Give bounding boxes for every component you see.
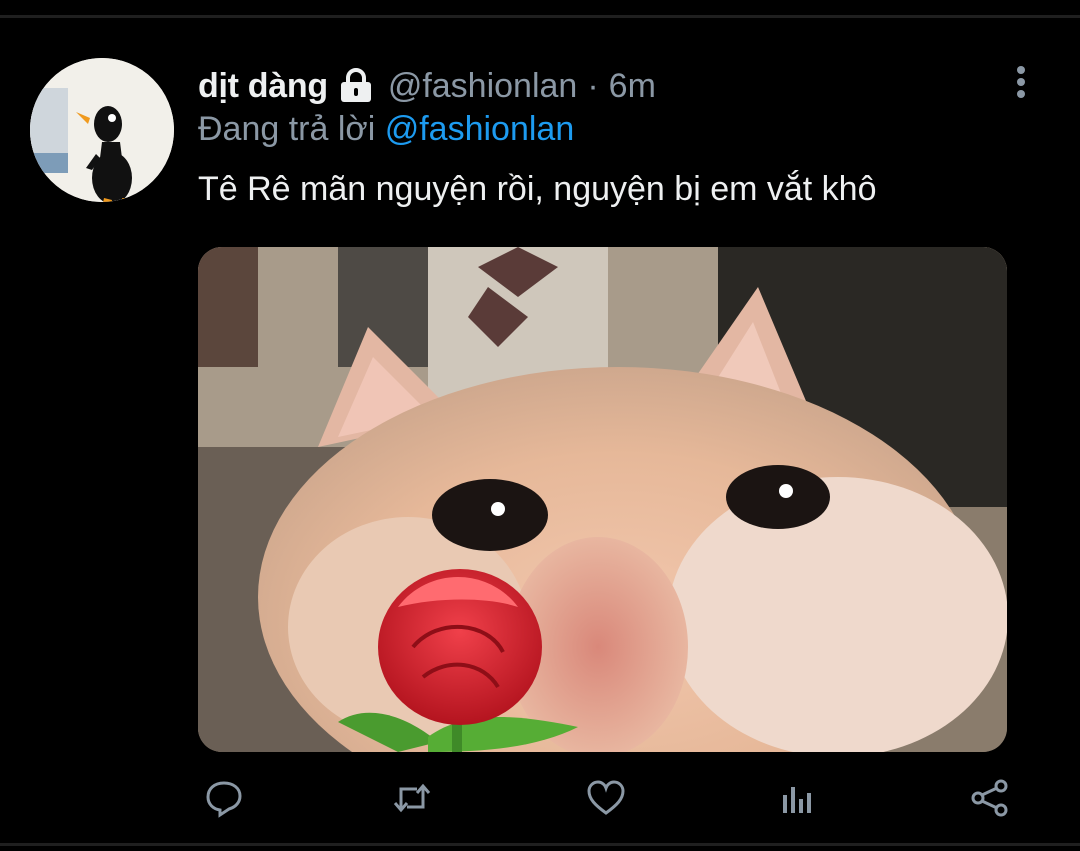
more-vertical-icon-dot	[1017, 90, 1025, 98]
tweet-media-image[interactable]	[198, 247, 1007, 752]
retweet-icon	[393, 783, 431, 813]
bottom-divider	[0, 843, 1080, 851]
timestamp[interactable]: 6m	[609, 67, 656, 106]
retweet-button[interactable]	[386, 772, 438, 824]
cat-with-rose-image	[198, 247, 1007, 752]
replying-to: Đang trả lời @fashionlan	[198, 110, 574, 149]
analytics-button[interactable]	[770, 772, 822, 824]
more-vertical-icon-dot	[1017, 66, 1025, 74]
handle[interactable]: @fashionlan	[388, 67, 578, 106]
top-divider	[0, 0, 1080, 18]
tweet-actions	[198, 772, 1018, 824]
reply-button[interactable]	[198, 772, 250, 824]
share-button[interactable]	[964, 772, 1016, 824]
more-options-button[interactable]	[1005, 62, 1037, 102]
replying-prefix: Đang trả lời	[198, 110, 376, 148]
more-vertical-icon-dot	[1017, 78, 1025, 86]
lock-icon	[340, 68, 371, 102]
display-name[interactable]: dịt dàng	[198, 67, 328, 106]
analytics-icon	[783, 787, 811, 813]
replying-mention[interactable]: @fashionlan	[385, 110, 575, 148]
like-button[interactable]	[580, 772, 632, 824]
heart-icon	[587, 780, 625, 815]
tweet-text: Tê Rê mãn nguyện rồi, nguyện bị em vắt k…	[198, 170, 877, 208]
tweet-header: dịt dàng @fashionlan · 6m	[198, 64, 656, 108]
reply-icon	[206, 781, 242, 818]
share-icon	[971, 779, 1008, 817]
avatar-image	[30, 58, 174, 202]
separator-dot: ·	[587, 66, 599, 105]
avatar[interactable]	[30, 58, 174, 202]
